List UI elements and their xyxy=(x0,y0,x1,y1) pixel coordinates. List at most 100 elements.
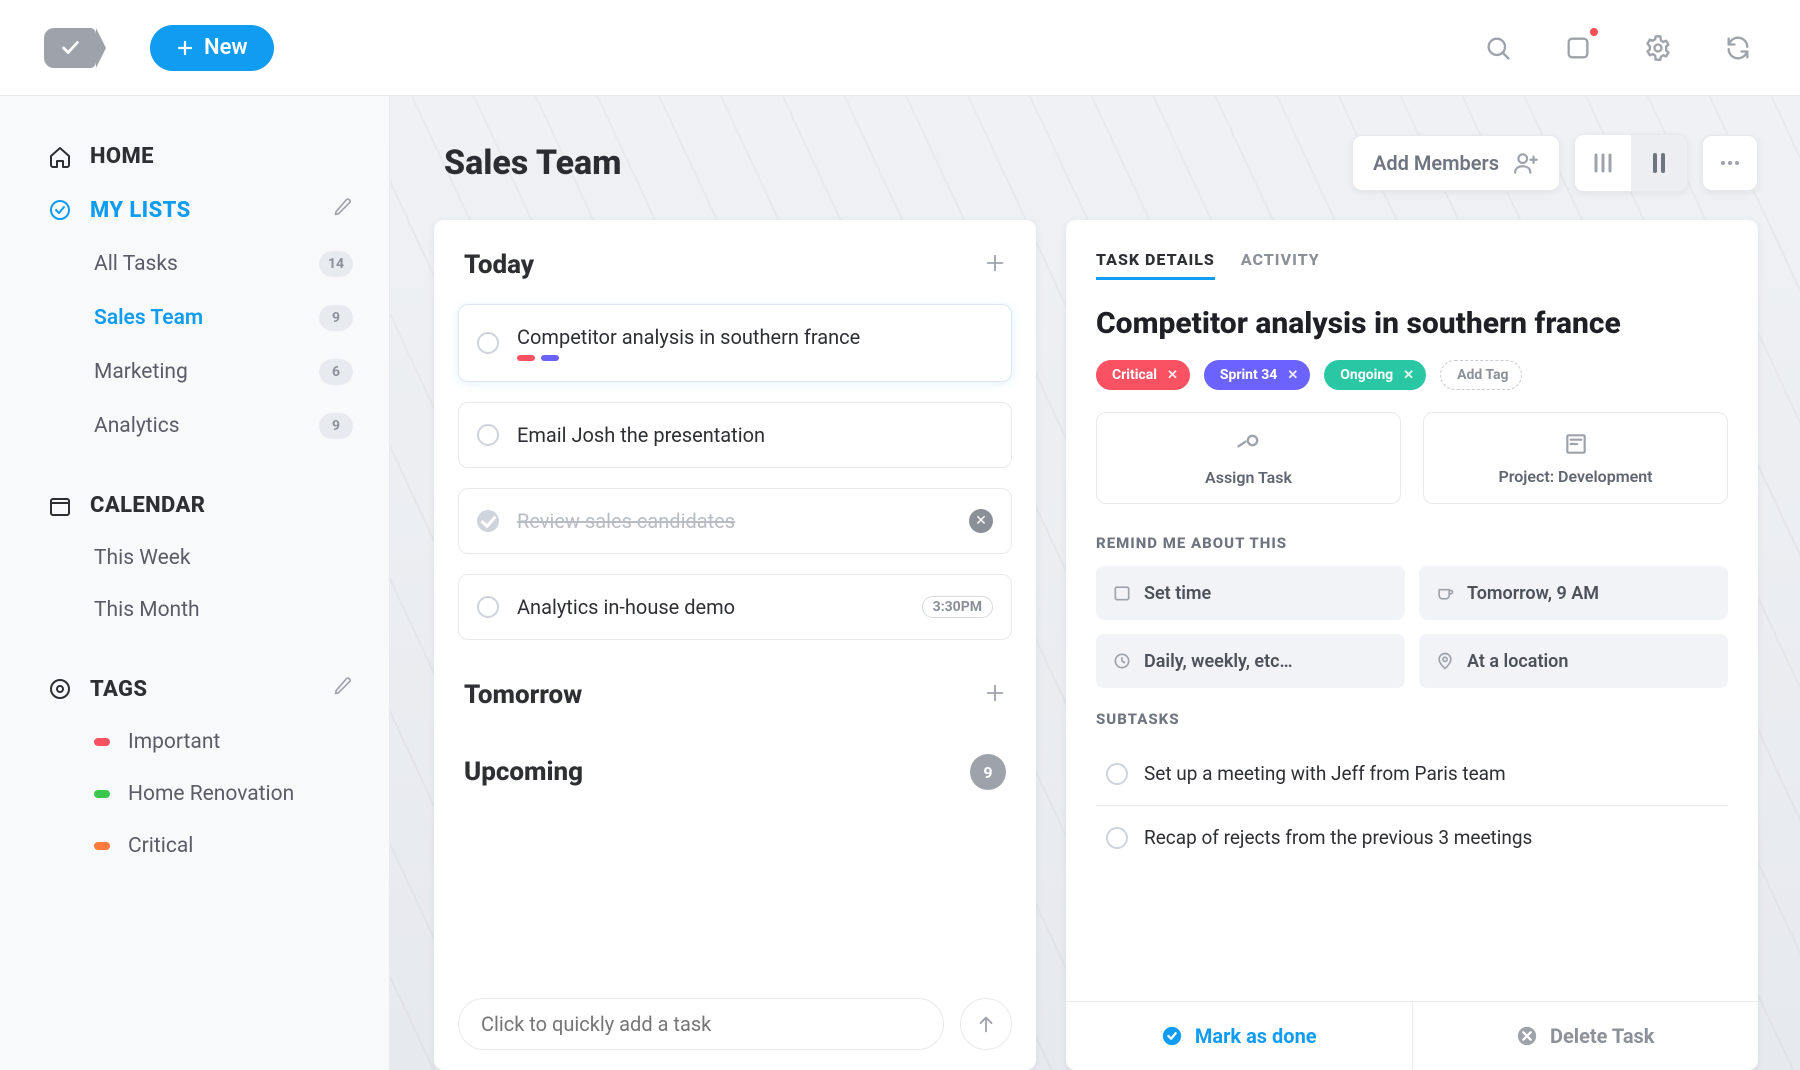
assign-task-button[interactable]: Assign Task xyxy=(1096,412,1401,504)
task-title: Review sales candidates xyxy=(517,509,951,533)
task-row[interactable]: Email Josh the presentation xyxy=(458,402,1012,468)
chip-label: Critical xyxy=(1112,367,1157,383)
nav-tags-label: TAGS xyxy=(90,677,147,702)
project-button[interactable]: Project: Development xyxy=(1423,412,1728,504)
tag-important[interactable]: Important xyxy=(38,716,363,768)
chip-remove-icon[interactable]: ✕ xyxy=(1287,368,1298,383)
chip-critical[interactable]: Critical ✕ xyxy=(1096,360,1190,390)
edit-lists-icon[interactable] xyxy=(333,197,353,223)
nav-mylists[interactable]: MY LISTS xyxy=(38,183,363,237)
plus-icon xyxy=(176,39,194,57)
tag-home-renovation[interactable]: Home Renovation xyxy=(38,768,363,820)
page-title: Sales Team xyxy=(444,143,622,183)
notification-dot xyxy=(1590,28,1598,36)
list-marketing[interactable]: Marketing 6 xyxy=(38,345,363,399)
quick-add-send-button[interactable] xyxy=(960,998,1012,1050)
calendar-item-label: This Week xyxy=(94,546,190,570)
tag-critical[interactable]: Critical xyxy=(38,820,363,872)
chip-remove-icon[interactable]: ✕ xyxy=(1167,368,1178,383)
task-checkbox[interactable] xyxy=(477,596,499,618)
tag-swatch xyxy=(94,790,110,798)
subtask-checkbox[interactable] xyxy=(1106,763,1128,785)
reminder-label: Tomorrow, 9 AM xyxy=(1467,583,1599,604)
add-task-today-button[interactable] xyxy=(984,252,1006,278)
task-checkbox[interactable] xyxy=(477,510,499,532)
quick-add-input[interactable] xyxy=(458,998,944,1050)
two-column-icon xyxy=(1647,151,1671,175)
subtask-row[interactable]: Recap of rejects from the previous 3 mee… xyxy=(1096,805,1728,869)
check-filled-icon xyxy=(1161,1025,1183,1047)
task-row[interactable]: Analytics in-house demo 3:30PM xyxy=(458,574,1012,640)
count-badge: 6 xyxy=(319,359,353,385)
kebab-icon xyxy=(1718,151,1742,175)
columns-icon xyxy=(1591,151,1615,175)
nav-home[interactable]: HOME xyxy=(38,130,363,183)
list-sales-team[interactable]: Sales Team 9 xyxy=(38,291,363,345)
mark-as-done-button[interactable]: Mark as done xyxy=(1066,1002,1412,1070)
add-members-button[interactable]: Add Members xyxy=(1352,135,1560,191)
section-title: Today xyxy=(464,250,534,280)
calendar-item-label: This Month xyxy=(94,598,200,622)
count-badge: 14 xyxy=(319,251,353,277)
subtask-label: Set up a meeting with Jeff from Paris te… xyxy=(1144,762,1506,785)
section-upcoming: Upcoming 9 xyxy=(434,724,1036,804)
edit-tags-icon[interactable] xyxy=(333,676,353,702)
tab-task-details[interactable]: TASK DETAILS xyxy=(1096,242,1215,280)
chip-sprint-34[interactable]: Sprint 34 ✕ xyxy=(1204,360,1310,390)
arrow-up-icon xyxy=(975,1013,997,1035)
chip-label: Add Tag xyxy=(1457,367,1508,383)
check-icon xyxy=(59,37,81,59)
calendar-this-week[interactable]: This Week xyxy=(38,532,363,584)
delete-task-label: Delete Task xyxy=(1550,1024,1655,1048)
task-checkbox[interactable] xyxy=(477,332,499,354)
tab-activity[interactable]: ACTIVITY xyxy=(1241,242,1320,280)
notifications-icon[interactable] xyxy=(1560,30,1596,66)
nav-calendar[interactable]: CALENDAR xyxy=(38,479,363,532)
chip-label: Ongoing xyxy=(1340,367,1393,383)
check-circle-icon xyxy=(48,198,72,222)
settings-icon[interactable] xyxy=(1640,30,1676,66)
task-row[interactable]: Competitor analysis in southern france xyxy=(458,304,1012,382)
sidebar: HOME MY LISTS All Tasks 14 Sales Team 9 … xyxy=(0,96,390,1070)
view-split-button[interactable] xyxy=(1631,135,1687,191)
more-options-button[interactable] xyxy=(1702,135,1758,191)
new-button[interactable]: New xyxy=(150,25,274,71)
subtask-row[interactable]: Set up a meeting with Jeff from Paris te… xyxy=(1096,742,1728,805)
search-icon[interactable] xyxy=(1480,30,1516,66)
reminder-recurring[interactable]: Daily, weekly, etc… xyxy=(1096,634,1405,688)
section-title: Upcoming xyxy=(464,757,583,787)
location-icon xyxy=(1435,651,1455,671)
task-checkbox[interactable] xyxy=(477,424,499,446)
upcoming-count: 9 xyxy=(970,754,1006,790)
dismiss-task-button[interactable]: ✕ xyxy=(969,509,993,533)
add-task-tomorrow-button[interactable] xyxy=(984,682,1006,708)
reminder-label: Set time xyxy=(1144,583,1211,604)
reminder-tomorrow[interactable]: Tomorrow, 9 AM xyxy=(1419,566,1728,620)
sync-icon[interactable] xyxy=(1720,30,1756,66)
list-all-tasks[interactable]: All Tasks 14 xyxy=(38,237,363,291)
view-board-button[interactable] xyxy=(1575,135,1631,191)
chip-ongoing[interactable]: Ongoing ✕ xyxy=(1324,360,1426,390)
subtask-label: Recap of rejects from the previous 3 mee… xyxy=(1144,826,1532,849)
tag-label: Home Renovation xyxy=(128,782,294,806)
nav-tags[interactable]: TAGS xyxy=(38,662,363,716)
delete-task-button[interactable]: Delete Task xyxy=(1412,1002,1759,1070)
subtask-checkbox[interactable] xyxy=(1106,827,1128,849)
task-title: Analytics in-house demo xyxy=(517,595,735,619)
section-tomorrow: Tomorrow xyxy=(434,650,1036,724)
app-logo[interactable] xyxy=(44,28,96,68)
x-circle-icon xyxy=(1516,1025,1538,1047)
reminder-location[interactable]: At a location xyxy=(1419,634,1728,688)
tag-swatch xyxy=(94,842,110,850)
chip-remove-icon[interactable]: ✕ xyxy=(1403,368,1414,383)
list-label: Sales Team xyxy=(94,306,203,330)
count-badge: 9 xyxy=(319,413,353,439)
nav-mylists-label: MY LISTS xyxy=(90,198,191,223)
home-icon xyxy=(48,145,72,169)
reminder-set-time[interactable]: Set time xyxy=(1096,566,1405,620)
count-badge: 9 xyxy=(319,305,353,331)
task-row[interactable]: Review sales candidates ✕ xyxy=(458,488,1012,554)
add-tag-button[interactable]: Add Tag xyxy=(1440,360,1521,390)
list-analytics[interactable]: Analytics 9 xyxy=(38,399,363,453)
calendar-this-month[interactable]: This Month xyxy=(38,584,363,636)
